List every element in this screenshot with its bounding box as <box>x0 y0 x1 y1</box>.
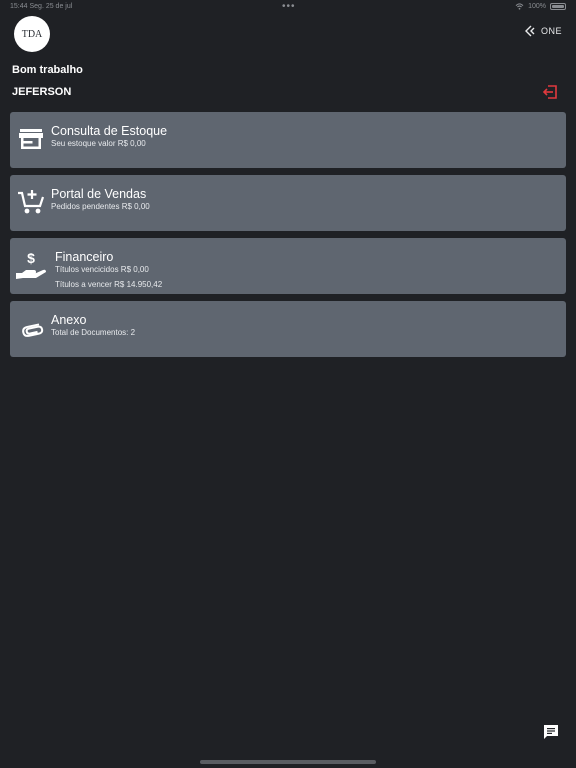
company-logo: TDA <box>14 16 50 52</box>
menu-cards: Consulta de Estoque Seu estoque valor R$… <box>10 112 566 364</box>
card-title: Consulta de Estoque <box>51 124 168 138</box>
card-financeiro[interactable]: $ Financeiro Títulos vencicidos R$ 0,00 … <box>10 238 566 294</box>
status-bar: 15:44 Seg. 25 de jul ••• 100% <box>0 0 576 14</box>
card-portal-vendas[interactable]: Portal de Vendas Pedidos pendentes R$ 0,… <box>10 175 566 231</box>
card-subtitle: Seu estoque valor R$ 0,00 <box>51 139 146 148</box>
home-indicator[interactable] <box>200 760 376 764</box>
card-consulta-estoque[interactable]: Consulta de Estoque Seu estoque valor R$… <box>10 112 566 168</box>
app-screen: 15:44 Seg. 25 de jul ••• 100% TDA ONE Bo… <box>0 0 576 768</box>
card-subtitle: Pedidos pendentes R$ 0,00 <box>51 202 150 211</box>
logout-icon[interactable] <box>542 84 558 100</box>
greeting-text: Bom trabalho <box>12 64 83 76</box>
card-title: Financeiro <box>55 250 114 264</box>
paperclip-icon <box>22 323 44 337</box>
chat-message-icon[interactable] <box>543 724 559 740</box>
store-icon <box>19 129 43 149</box>
card-subtitle: Títulos vencicidos R$ 0,00 <box>55 265 149 274</box>
wifi-icon <box>515 3 524 10</box>
username-text: JEFERSON <box>12 86 72 98</box>
status-date: Seg. 25 de jul <box>29 3 73 10</box>
card-subtitle: Títulos a vencer R$ 14.950,42 <box>55 280 163 289</box>
logo-text: TDA <box>21 28 43 40</box>
multitask-dots-icon[interactable]: ••• <box>282 1 296 12</box>
money-hand-icon: $ <box>16 250 46 279</box>
status-indicators: 100% <box>515 3 566 10</box>
cart-add-icon <box>18 190 45 214</box>
svg-text:$: $ <box>27 250 35 266</box>
card-anexo[interactable]: Anexo Total de Documentos: 2 <box>10 301 566 357</box>
card-title: Anexo <box>51 313 87 327</box>
battery-percent: 100% <box>528 3 546 10</box>
status-time: 15:44 <box>10 3 28 10</box>
card-subtitle: Total de Documentos: 2 <box>51 328 136 337</box>
brand-logo: ONE <box>524 25 562 37</box>
status-time-date: 15:44 Seg. 25 de jul <box>10 3 72 10</box>
card-title: Portal de Vendas <box>51 187 147 201</box>
brand-chevrons-icon <box>524 25 535 37</box>
battery-icon <box>550 3 566 10</box>
brand-text: ONE <box>540 26 562 36</box>
